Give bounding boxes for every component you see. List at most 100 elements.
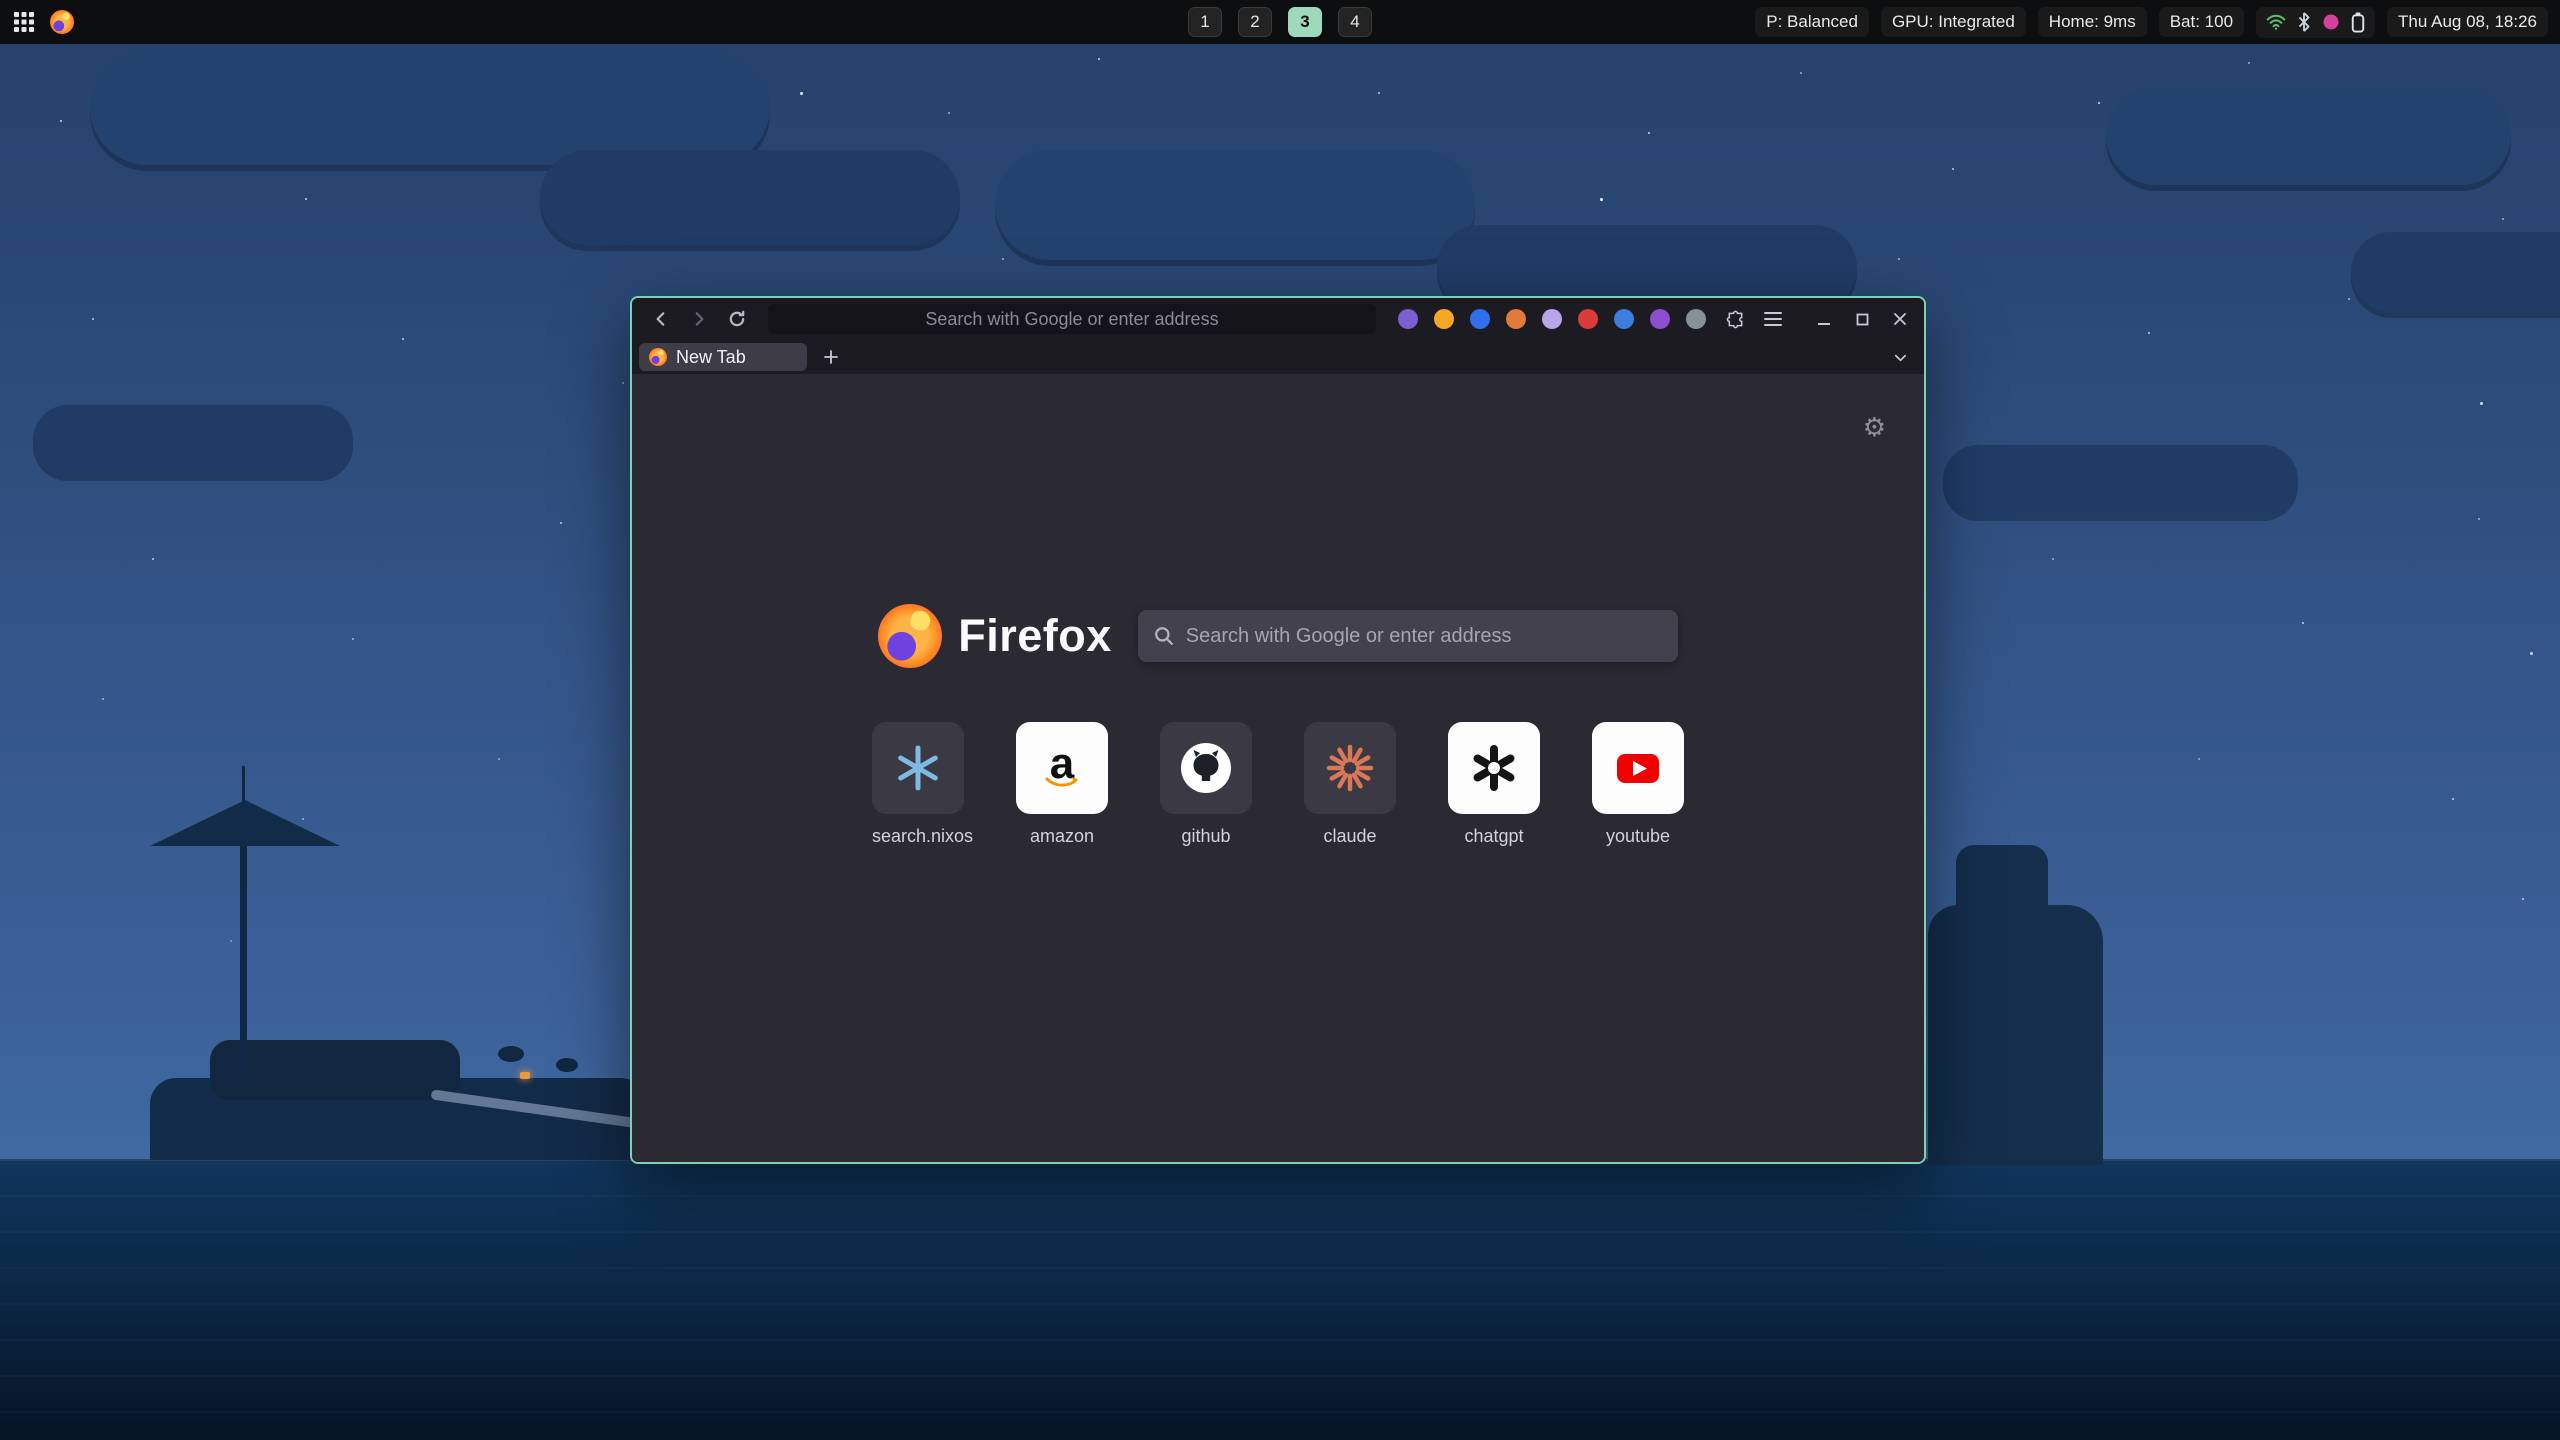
tab-bar: New Tab bbox=[632, 340, 1924, 374]
watchtower-canopy bbox=[150, 800, 340, 846]
shortcut-chatgpt[interactable]: chatgpt bbox=[1448, 722, 1540, 847]
forward-icon bbox=[690, 310, 708, 328]
palm-tree bbox=[498, 1046, 524, 1062]
minimize-button[interactable] bbox=[1812, 307, 1836, 331]
cloud bbox=[540, 150, 960, 245]
extension-icon-5[interactable] bbox=[1542, 309, 1562, 329]
close-button[interactable] bbox=[1888, 307, 1912, 331]
hut-light bbox=[520, 1072, 530, 1079]
hamburger-icon bbox=[1764, 312, 1782, 326]
wallpaper-sea bbox=[0, 1159, 2560, 1440]
clock: Thu Aug 08, 18:26 bbox=[2387, 7, 2548, 37]
chatgpt-tile bbox=[1448, 722, 1540, 814]
gpu-status: GPU: Integrated bbox=[1881, 7, 2026, 37]
newtab-search-bar[interactable] bbox=[1138, 610, 1678, 662]
extension-icon-8[interactable] bbox=[1650, 309, 1670, 329]
browser-toolbar bbox=[632, 298, 1924, 340]
personalize-button[interactable]: ⚙ bbox=[1863, 414, 1886, 440]
nixos-snowflake-icon bbox=[892, 742, 944, 794]
forward-button[interactable] bbox=[682, 302, 716, 336]
extension-icon-9[interactable] bbox=[1686, 309, 1706, 329]
shortcut-label: youtube bbox=[1592, 826, 1684, 847]
power-profile-status: P: Balanced bbox=[1755, 7, 1869, 37]
workspace-2-button[interactable]: 2 bbox=[1238, 7, 1272, 37]
island-right-rock-top bbox=[1956, 845, 2048, 925]
new-tab-page: ⚙ Firefox bbox=[632, 374, 1924, 1162]
claude-starburst-icon bbox=[1324, 742, 1376, 794]
palm-tree bbox=[556, 1058, 578, 1072]
battery-icon[interactable] bbox=[2351, 12, 2365, 33]
shortcut-label: github bbox=[1160, 826, 1252, 847]
workspace-3-button[interactable]: 3 bbox=[1288, 7, 1322, 37]
menu-button[interactable] bbox=[1756, 302, 1790, 336]
firefox-wordmark: Firefox bbox=[958, 610, 1112, 662]
status-bar: 1 2 3 4 P: Balanced GPU: Integrated Home… bbox=[0, 0, 2560, 44]
cloud bbox=[2106, 85, 2511, 185]
recorder-icon[interactable] bbox=[2322, 13, 2340, 31]
github-octocat-icon bbox=[1180, 742, 1232, 794]
nixos-tile bbox=[872, 722, 964, 814]
workspace-4-button[interactable]: 4 bbox=[1338, 7, 1372, 37]
window-controls bbox=[1812, 307, 1912, 331]
back-button[interactable] bbox=[644, 302, 678, 336]
shortcut-label: search.nixos bbox=[872, 826, 964, 847]
url-bar[interactable] bbox=[768, 304, 1376, 334]
new-tab-button[interactable] bbox=[817, 343, 845, 371]
status-bar-left bbox=[14, 0, 74, 44]
bluetooth-icon[interactable] bbox=[2297, 12, 2311, 32]
watchtower-spike bbox=[242, 766, 245, 804]
shortcut-github[interactable]: github bbox=[1160, 722, 1252, 847]
extension-icon-7[interactable] bbox=[1614, 309, 1634, 329]
list-all-tabs-button[interactable] bbox=[1886, 343, 1914, 371]
newtab-search-input[interactable] bbox=[1186, 625, 1662, 648]
apps-grid-button[interactable] bbox=[14, 12, 34, 32]
tray-icons bbox=[2256, 7, 2375, 38]
firefox-logo bbox=[878, 604, 942, 668]
home-latency-status: Home: 9ms bbox=[2038, 7, 2147, 37]
extension-icon-1[interactable] bbox=[1398, 309, 1418, 329]
extension-icon-4[interactable] bbox=[1506, 309, 1526, 329]
shortcut-amazon[interactable]: a amazon bbox=[1016, 722, 1108, 847]
island-right-rock bbox=[1928, 905, 2103, 1165]
plus-icon bbox=[824, 350, 838, 364]
maximize-icon bbox=[1856, 313, 1869, 326]
claude-tile bbox=[1304, 722, 1396, 814]
shortcut-label: amazon bbox=[1016, 826, 1108, 847]
tab-favicon-firefox bbox=[649, 348, 667, 366]
back-icon bbox=[652, 310, 670, 328]
puzzle-icon bbox=[1726, 310, 1745, 329]
search-icon bbox=[1154, 626, 1174, 646]
shortcut-label: chatgpt bbox=[1448, 826, 1540, 847]
extension-icon-2[interactable] bbox=[1434, 309, 1454, 329]
battery-status: Bat: 100 bbox=[2159, 7, 2244, 37]
amazon-icon: a bbox=[1036, 742, 1088, 794]
cloud bbox=[2351, 232, 2560, 312]
url-input[interactable] bbox=[768, 304, 1376, 334]
shortcut-youtube[interactable]: youtube bbox=[1592, 722, 1684, 847]
amazon-smile-icon bbox=[1045, 776, 1079, 790]
cloud bbox=[90, 50, 770, 165]
extensions-button[interactable] bbox=[1718, 302, 1752, 336]
close-icon bbox=[1893, 312, 1907, 326]
extension-icon-6[interactable] bbox=[1578, 309, 1598, 329]
firefox-launcher-button[interactable] bbox=[50, 10, 74, 34]
tab-title: New Tab bbox=[676, 347, 746, 368]
reload-button[interactable] bbox=[720, 302, 754, 336]
shortcuts-row: search.nixos a amazon bbox=[632, 722, 1924, 847]
github-tile bbox=[1160, 722, 1252, 814]
minimize-icon bbox=[1817, 312, 1831, 326]
apps-grid-icon bbox=[14, 12, 34, 32]
maximize-button[interactable] bbox=[1850, 307, 1874, 331]
chevron-down-icon bbox=[1893, 350, 1908, 365]
amazon-tile: a bbox=[1016, 722, 1108, 814]
openai-knot-icon bbox=[1468, 742, 1520, 794]
wifi-icon[interactable] bbox=[2266, 13, 2286, 31]
shortcut-label: claude bbox=[1304, 826, 1396, 847]
extension-icon-3[interactable] bbox=[1470, 309, 1490, 329]
shortcut-claude[interactable]: claude bbox=[1304, 722, 1396, 847]
cloud bbox=[33, 405, 353, 475]
shortcut-search-nixos[interactable]: search.nixos bbox=[872, 722, 964, 847]
workspace-1-button[interactable]: 1 bbox=[1188, 7, 1222, 37]
firefox-icon bbox=[50, 10, 74, 34]
tab-new-tab[interactable]: New Tab bbox=[639, 343, 807, 371]
